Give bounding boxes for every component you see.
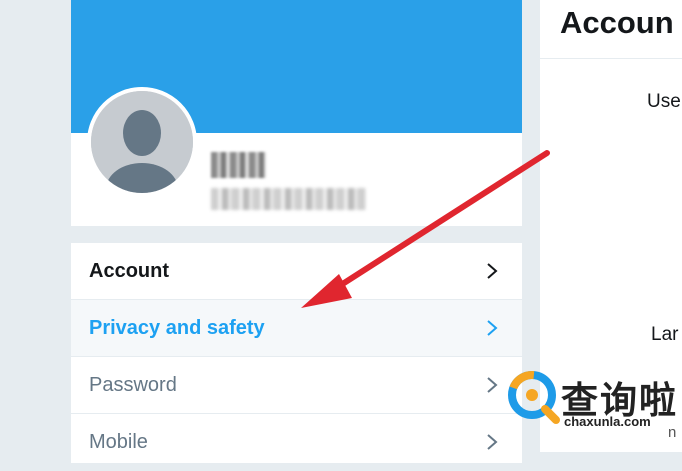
blurred-display-name xyxy=(211,152,266,178)
page-title: Accoun xyxy=(560,5,674,40)
chevron-right-icon xyxy=(487,377,498,393)
chevron-right-icon xyxy=(487,263,498,279)
blurred-username xyxy=(211,188,366,210)
chevron-right-icon xyxy=(487,434,498,450)
magnifier-logo-icon xyxy=(508,371,560,424)
menu-item-password[interactable]: Password xyxy=(71,357,522,414)
default-avatar-icon xyxy=(91,91,193,193)
username-label: Use xyxy=(647,91,681,112)
profile-card xyxy=(71,0,522,226)
settings-menu: Account Privacy and safety Password Mobi… xyxy=(71,243,522,471)
menu-item-label: Account xyxy=(89,259,169,282)
watermark-url: chaxunla.com xyxy=(564,414,651,429)
chevron-right-icon xyxy=(487,320,498,336)
menu-item-label: Privacy and safety xyxy=(89,316,265,339)
menu-item-label: Password xyxy=(89,373,177,396)
menu-item-account[interactable]: Account xyxy=(71,243,522,300)
menu-item-label: Mobile xyxy=(89,430,148,453)
avatar[interactable] xyxy=(87,87,197,197)
language-label: Lar xyxy=(651,324,679,345)
watermark: 查询啦 chaxunla.com xyxy=(506,370,682,432)
menu-item-privacy-and-safety[interactable]: Privacy and safety xyxy=(71,300,522,357)
menu-item-mobile[interactable]: Mobile xyxy=(71,414,522,471)
